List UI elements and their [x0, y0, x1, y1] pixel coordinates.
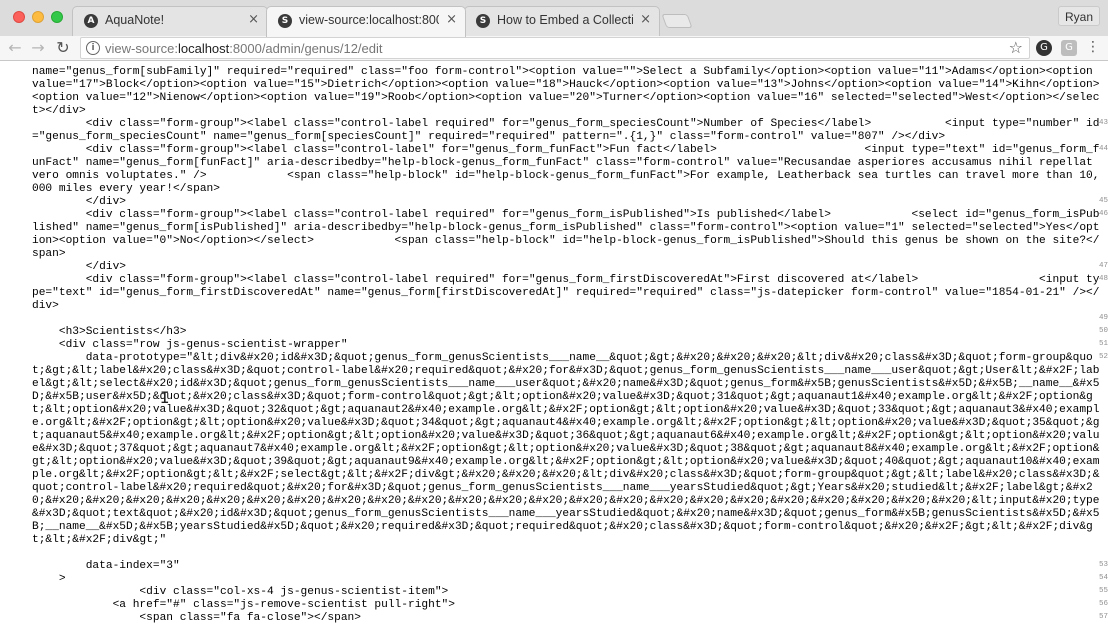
url-text: view-source:localhost:8000/admin/genus/1… — [105, 41, 383, 56]
source-line: <div class="row js-genus-scientist-wrapp… — [32, 339, 348, 351]
tab-favicon-icon: S — [476, 14, 490, 28]
minimize-window-button[interactable] — [32, 11, 44, 23]
source-line: <div class="form-group"><label class="co… — [32, 274, 1100, 312]
reload-icon[interactable]: ↻ — [53, 38, 73, 58]
source-line: <div class="form-group"><label class="co… — [32, 118, 1100, 143]
extension-icon[interactable]: G — [1061, 40, 1077, 56]
address-bar[interactable]: i view-source:localhost:8000/admin/genus… — [80, 37, 1030, 59]
close-icon[interactable]: × — [248, 12, 259, 27]
source-line: <div class="form-group"><label class="co… — [32, 209, 1100, 260]
tab-view-source[interactable]: S view-source:localhost:8000/ad × — [266, 6, 466, 37]
source-line: <span class="fa fa-close"></span> — [32, 612, 361, 624]
tab-aquanote[interactable]: A AquaNote! × — [72, 6, 268, 36]
tab-favicon-icon: A — [84, 14, 98, 28]
tab-label: view-source:localhost:8000/ad — [299, 13, 439, 27]
close-window-button[interactable] — [13, 11, 25, 23]
maximize-window-button[interactable] — [51, 11, 63, 23]
source-line: <a href="#" class="js-remove-scientist p… — [32, 599, 455, 611]
source-code-view[interactable]: 43 44 45 46 47 48 49 50 51 52 53 54 55 5… — [0, 62, 1108, 624]
close-icon[interactable]: × — [640, 12, 651, 27]
browser-toolbar: ← → ↻ i view-source:localhost:8000/admin… — [0, 36, 1108, 61]
source-line: <div class="col-xs-4 js-genus-scientist-… — [32, 586, 449, 598]
vertical-dots-icon[interactable]: ⋮ — [1086, 39, 1100, 55]
star-icon[interactable]: ☆ — [1009, 38, 1023, 57]
arrow-right-icon[interactable]: → — [28, 38, 48, 58]
source-line: </div> — [32, 261, 127, 273]
arrow-left-icon[interactable]: ← — [5, 38, 25, 58]
tab-label: How to Embed a Collection of F — [497, 13, 633, 27]
close-icon[interactable]: × — [446, 12, 457, 27]
extension-icon[interactable]: G — [1036, 40, 1052, 56]
info-icon[interactable]: i — [86, 41, 100, 55]
tab-label: AquaNote! — [105, 13, 165, 27]
text-cursor-icon: I — [160, 388, 170, 407]
tab-favicon-icon: S — [278, 14, 292, 28]
source-line: data-index="3" — [32, 560, 180, 572]
source-line: > — [32, 573, 66, 585]
profile-button[interactable]: Ryan — [1057, 6, 1100, 26]
new-tab-button[interactable] — [661, 14, 693, 28]
source-line: name="genus_form[subFamily]" required="r… — [32, 66, 1100, 117]
browser-tab-strip: A AquaNote! × S view-source:localhost:80… — [0, 0, 1108, 37]
source-line: data-prototype="&lt;div&#x20;id&#x3D;&qu… — [32, 352, 1100, 546]
source-line: <div class="form-group"><label class="co… — [32, 144, 1100, 195]
tab-embed-collection[interactable]: S How to Embed a Collection of F × — [464, 6, 660, 36]
source-line: <h3>Scientists</h3> — [32, 326, 187, 338]
source-line: </div> — [32, 196, 127, 208]
line-number: 49 — [1098, 314, 1108, 322]
